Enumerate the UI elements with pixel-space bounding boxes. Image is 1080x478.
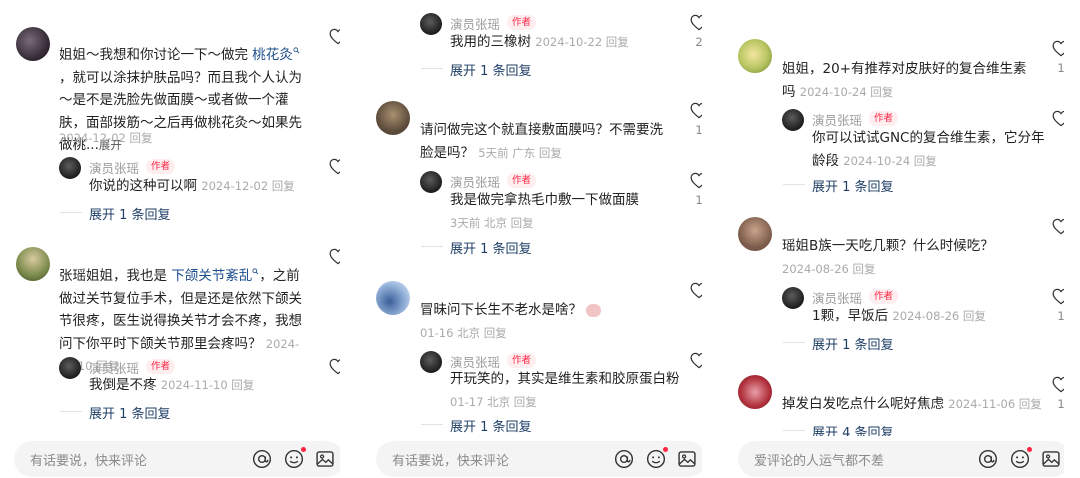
like-count: 1 bbox=[1057, 61, 1064, 75]
author-badge: 作者 bbox=[869, 289, 899, 304]
commenter-avatar[interactable] bbox=[376, 101, 410, 135]
author-badge: 作者 bbox=[146, 159, 176, 174]
comments-panel-2: 演员张瑶 作者 我用的三橡树 2024-10-22 回复 2 展开 1 条回复 … bbox=[362, 0, 702, 478]
commenter-avatar[interactable] bbox=[738, 217, 772, 251]
reply-text: 你可以试试GNC的复合维生素，它分年龄段 2024-10-24 回复 bbox=[812, 130, 1045, 169]
comment-text: 冒昧问下长生不老水是啥？ 01-16 北京 回复 bbox=[420, 299, 674, 344]
reply-text: 1颗，早饭后 2024-08-26 回复 bbox=[812, 308, 986, 324]
at-icon[interactable] bbox=[614, 449, 634, 469]
comment-text: 姐姐，20+有推荐对皮肤好的复合维生素吗 2024-10-24 回复 bbox=[782, 61, 1027, 100]
heart-outline-icon[interactable] bbox=[690, 14, 702, 31]
expand-divider bbox=[421, 68, 443, 69]
author-avatar[interactable] bbox=[420, 351, 442, 373]
author-avatar[interactable] bbox=[59, 357, 81, 379]
reply-text: 我倒是不疼 2024-11-10 回复 bbox=[89, 377, 255, 393]
notification-dot bbox=[663, 447, 668, 452]
expand-replies-button[interactable]: 展开 4 条回复 bbox=[812, 422, 894, 436]
comment-input-placeholder[interactable]: 有话要说，快来评论 bbox=[30, 450, 147, 469]
reply-text: 开玩笑的，其实是维生素和胶原蛋白粉 01-17 北京 回复 bbox=[450, 371, 680, 409]
image-icon[interactable] bbox=[1041, 449, 1061, 469]
comment-text: 请问做完这个就直接敷面膜吗？不需要洗脸是吗？ 5天前 广东 回复 bbox=[420, 122, 663, 161]
like-count: 1 bbox=[1057, 397, 1064, 411]
comment-input-placeholder[interactable]: 有话要说，快来评论 bbox=[392, 450, 509, 469]
expand-divider bbox=[421, 246, 443, 247]
commenter-avatar[interactable] bbox=[16, 247, 50, 281]
at-icon[interactable] bbox=[252, 449, 272, 469]
topic-tag[interactable]: 桃花灸 bbox=[252, 47, 300, 63]
author-avatar[interactable] bbox=[420, 13, 442, 35]
like-count: 1 bbox=[695, 123, 702, 137]
expand-divider bbox=[60, 212, 82, 213]
comment-input-placeholder[interactable]: 爱评论的人运气都不差 bbox=[754, 450, 884, 469]
heart-outline-icon[interactable] bbox=[690, 352, 702, 369]
heart-outline-icon[interactable] bbox=[1052, 288, 1064, 305]
reply-text: 你说的这种可以啊 2024-12-02 回复 bbox=[89, 178, 295, 194]
at-icon[interactable] bbox=[978, 449, 998, 469]
comment-text: 掉发白发吃点什么呢好焦虑 2024-11-06 回复 bbox=[782, 396, 1042, 412]
heart-outline-icon[interactable] bbox=[329, 248, 340, 265]
comments-panel-1: 姐姐～我想和你讨论一下～做完 桃花灸，就可以涂抹护肤品吗？而且我个人认为～是不是… bbox=[0, 0, 340, 478]
author-avatar[interactable] bbox=[59, 157, 81, 179]
image-icon[interactable] bbox=[677, 449, 697, 469]
heart-outline-icon[interactable] bbox=[329, 28, 340, 45]
author-avatar[interactable] bbox=[782, 287, 804, 309]
comment-input-bar[interactable]: 有话要说，快来评论 bbox=[14, 441, 340, 477]
notification-dot bbox=[301, 447, 306, 452]
like-count: 2 bbox=[695, 35, 702, 49]
expand-replies-button[interactable]: 展开 1 条回复 bbox=[812, 176, 894, 195]
image-icon[interactable] bbox=[315, 449, 335, 469]
expand-divider bbox=[783, 342, 805, 343]
topic-tag[interactable]: 下颌关节紊乱 bbox=[171, 268, 259, 284]
expand-divider bbox=[421, 424, 443, 425]
heart-outline-icon[interactable] bbox=[690, 282, 702, 299]
comment-input-bar[interactable]: 爱评论的人运气都不差 bbox=[738, 441, 1064, 477]
emoji-sticker bbox=[586, 303, 602, 317]
emoji-icon[interactable] bbox=[646, 449, 666, 469]
like-count: 1 bbox=[695, 193, 702, 207]
commenter-avatar[interactable] bbox=[738, 39, 772, 73]
expand-replies-button[interactable]: 展开 1 条回复 bbox=[89, 204, 171, 223]
heart-outline-icon[interactable] bbox=[690, 102, 702, 119]
like-count: 1 bbox=[1057, 309, 1064, 323]
author-badge: 作者 bbox=[507, 173, 537, 188]
emoji-icon[interactable] bbox=[284, 449, 304, 469]
expand-divider bbox=[783, 184, 805, 185]
reply-text: 我是做完拿热毛巾敷一下做面膜 3天前 北京 回复 bbox=[450, 192, 639, 230]
comment-input-bar[interactable]: 有话要说，快来评论 bbox=[376, 441, 702, 477]
heart-outline-icon[interactable] bbox=[1052, 376, 1064, 393]
comment-meta[interactable]: 2024-12-02 回复 bbox=[59, 130, 153, 146]
author-badge: 作者 bbox=[507, 353, 537, 368]
author-badge: 作者 bbox=[507, 15, 537, 30]
emoji-icon[interactable] bbox=[1010, 449, 1030, 469]
expand-divider bbox=[60, 411, 82, 412]
heart-outline-icon[interactable] bbox=[329, 358, 340, 375]
commenter-avatar[interactable] bbox=[738, 375, 772, 409]
heart-outline-icon[interactable] bbox=[1052, 218, 1064, 235]
expand-replies-button[interactable]: 展开 1 条回复 bbox=[812, 334, 894, 353]
author-badge: 作者 bbox=[869, 111, 899, 126]
reply-text: 我用的三橡树 2024-10-22 回复 bbox=[450, 34, 629, 50]
commenter-avatar[interactable] bbox=[16, 27, 50, 61]
expand-replies-button[interactable]: 展开 1 条回复 bbox=[450, 416, 532, 435]
notification-dot bbox=[1027, 447, 1032, 452]
expand-replies-button[interactable]: 展开 1 条回复 bbox=[450, 60, 532, 79]
comment-text: 瑶姐B族一天吃几颗？什么时候吃？ 2024-08-26 回复 bbox=[782, 238, 994, 276]
heart-outline-icon[interactable] bbox=[1052, 40, 1064, 57]
expand-replies-button[interactable]: 展开 1 条回复 bbox=[89, 403, 171, 422]
commenter-avatar[interactable] bbox=[376, 281, 410, 315]
heart-outline-icon[interactable] bbox=[1052, 110, 1064, 127]
expand-divider bbox=[783, 430, 805, 431]
author-avatar[interactable] bbox=[420, 171, 442, 193]
comments-panel-3: 姐姐，20+有推荐对皮肤好的复合维生素吗 2024-10-24 回复 1 演员张… bbox=[724, 0, 1064, 478]
heart-outline-icon[interactable] bbox=[329, 158, 340, 175]
author-avatar[interactable] bbox=[782, 109, 804, 131]
heart-outline-icon[interactable] bbox=[690, 172, 702, 189]
expand-replies-button[interactable]: 展开 1 条回复 bbox=[450, 238, 532, 257]
author-badge: 作者 bbox=[146, 359, 176, 374]
